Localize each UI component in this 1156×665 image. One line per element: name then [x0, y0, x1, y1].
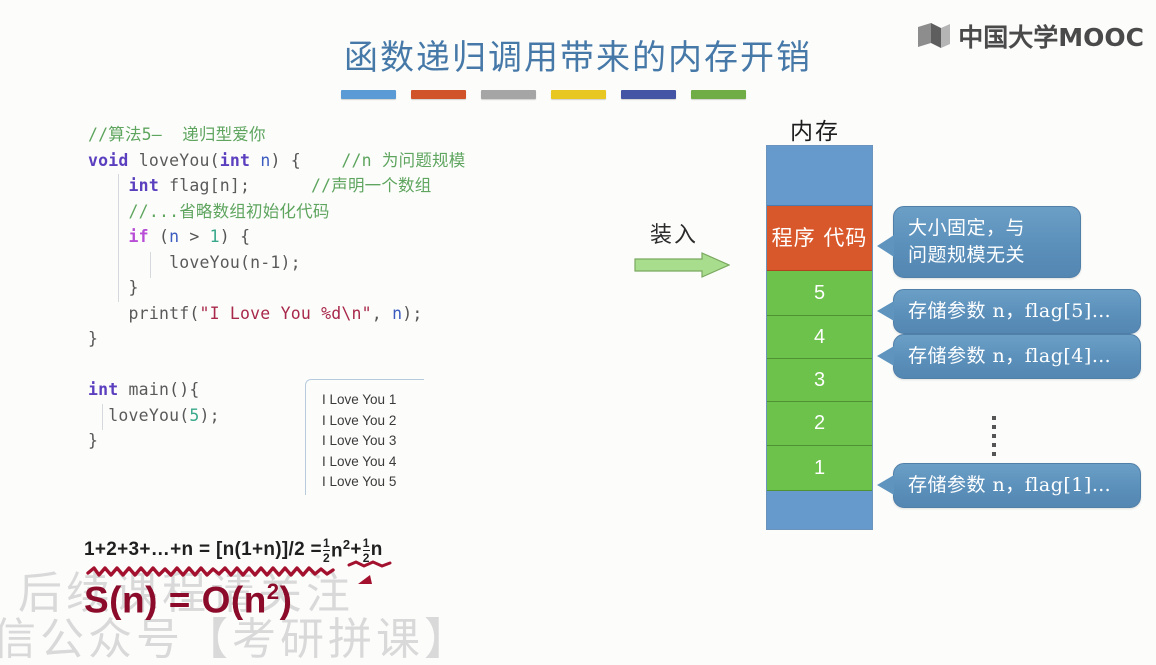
frac-numerator: 1 — [362, 536, 370, 550]
code-string-literal: "I Love You %d\n" — [199, 303, 372, 323]
indent-guide-3 — [102, 404, 103, 430]
output-line: I Love You 1 — [322, 392, 397, 407]
mooc-logo-text: 中国大学MOOC — [958, 23, 1144, 52]
rule-bar-1 — [341, 90, 396, 99]
load-arrow-icon — [634, 252, 730, 278]
code-keyword-int-2: int — [128, 176, 159, 195]
code-keyword-if: if — [128, 227, 149, 246]
ellipsis-dot — [992, 425, 996, 429]
memory-cell-frame-1: 1 — [767, 446, 872, 491]
code-keyword-int-main: int — [88, 380, 119, 399]
book-flag-icon — [917, 21, 951, 51]
mooc-logo: 中国大学MOOC — [917, 18, 1144, 54]
callout-text: 存储参数 n，flag[5]… — [908, 300, 1112, 322]
code-keyword-int-1: int — [219, 150, 251, 170]
callout-text: 存储参数 n，flag[4]… — [908, 345, 1112, 367]
red-squiggle-underline — [86, 566, 335, 577]
rule-bar-2 — [411, 90, 466, 99]
memory-cell-frame-3: 3 — [767, 359, 872, 402]
ellipsis-dot — [992, 443, 996, 447]
callout-frame-4: 存储参数 n，flag[4]… — [877, 334, 1141, 379]
callout-tail-icon — [877, 475, 894, 495]
callout-text: 存储参数 n，flag[1]… — [908, 474, 1112, 496]
output-list: I Love You 1 I Love You 2 I Love You 3 I… — [306, 380, 424, 493]
code-param-n: n — [260, 150, 271, 170]
watermark-line-2: 信公众号【考研拼课】 — [0, 613, 472, 665]
code-fn-printf: printf — [128, 303, 190, 323]
complexity-formula: 1+2+3+…+n = [n(1+n)]/2 = 1 2 n2 + 1 2 n … — [84, 536, 392, 621]
memory-label: 内存 — [790, 119, 840, 145]
code-fn-main: main — [128, 380, 170, 399]
rule-bar-3 — [481, 90, 536, 99]
output-line: I Love You 4 — [322, 453, 397, 469]
title-rule-bars — [341, 90, 746, 99]
space-complexity-result: S(n) = O(n2) — [84, 579, 293, 621]
rule-bar-5 — [621, 90, 676, 99]
code-fn-loveyou: loveYou — [138, 150, 210, 170]
callout-tail-icon — [877, 346, 894, 366]
memory-cell-free-bottom — [767, 491, 872, 529]
memory-cell-frame-4: 4 — [767, 316, 872, 359]
memory-cell-frame-2: 2 — [767, 402, 872, 446]
indent-guide-1 — [118, 174, 119, 302]
frac-denominator: 2 — [322, 550, 330, 565]
code-num-1: 1 — [209, 227, 220, 246]
indent-guide-2 — [150, 252, 151, 278]
summation-prefix: 1+2+3+…+n = [n(1+n)]/2 = — [84, 538, 322, 560]
code-comment-2: //n 为问题规模 — [341, 150, 466, 170]
output-line: I Love You 5 — [322, 474, 397, 489]
callout-program-code: 大小固定，与 问题规模无关 — [877, 206, 1081, 278]
code-keyword-void: void — [88, 150, 129, 170]
ellipsis-dot — [992, 434, 996, 438]
program-output-box: I Love You 1 I Love You 2 I Love You 3 I… — [305, 379, 424, 495]
callout-frame-1: 存储参数 n，flag[1]… — [877, 463, 1141, 508]
callout-frame-5: 存储参数 n，flag[5]… — [877, 289, 1141, 334]
memory-cell-label: 4 — [813, 325, 826, 348]
rule-bar-6 — [691, 90, 746, 99]
output-line: I Love You 3 — [322, 433, 397, 448]
memory-cell-label: 1 — [813, 456, 826, 479]
fraction-one-half-a: 1 2 — [322, 536, 330, 565]
code-decl-flag: flag[n]; — [169, 176, 251, 195]
memory-cell-label: 2 — [813, 412, 826, 434]
memory-cell-free-top — [767, 146, 872, 206]
memory-column: 程序 代码 5 4 3 2 1 — [766, 145, 873, 530]
frac-numerator: 1 — [322, 536, 330, 550]
slide-root: 后续课程请关注 信公众号【考研拼课】 中国大学MOOC 函数递归调用带来的内存开… — [0, 0, 1156, 663]
callout-tail-icon — [877, 235, 894, 257]
code-comment-1: //算法5— 递归型爱你 — [88, 125, 266, 144]
memory-cell-frame-5: 5 — [767, 271, 872, 316]
rule-bar-4 — [551, 90, 606, 99]
ellipsis-dot — [992, 416, 996, 420]
code-call-recursive: loveYou(n-1); — [169, 252, 301, 272]
memory-cell-label: 3 — [813, 368, 826, 391]
vertical-ellipsis-icon — [992, 416, 998, 458]
code-arg-n: n — [392, 303, 403, 323]
code-num-5: 5 — [189, 405, 200, 425]
output-line: I Love You 2 — [322, 412, 397, 428]
callout-text: 大小固定，与 问题规模无关 — [908, 217, 1026, 266]
memory-cell-program-code: 程序 代码 — [767, 206, 872, 271]
load-label: 装入 — [650, 223, 699, 248]
memory-cell-label: 程序 代码 — [771, 225, 868, 250]
code-comment-3: //声明一个数组 — [310, 176, 432, 195]
code-comment-4: //...省略数组初始化代码 — [128, 201, 330, 221]
ellipsis-dot — [992, 452, 996, 456]
callout-tail-icon — [877, 301, 894, 321]
memory-cell-label: 5 — [813, 281, 826, 304]
summation-formula: 1+2+3+…+n = [n(1+n)]/2 = 1 2 n2 + 1 2 n — [84, 536, 383, 565]
